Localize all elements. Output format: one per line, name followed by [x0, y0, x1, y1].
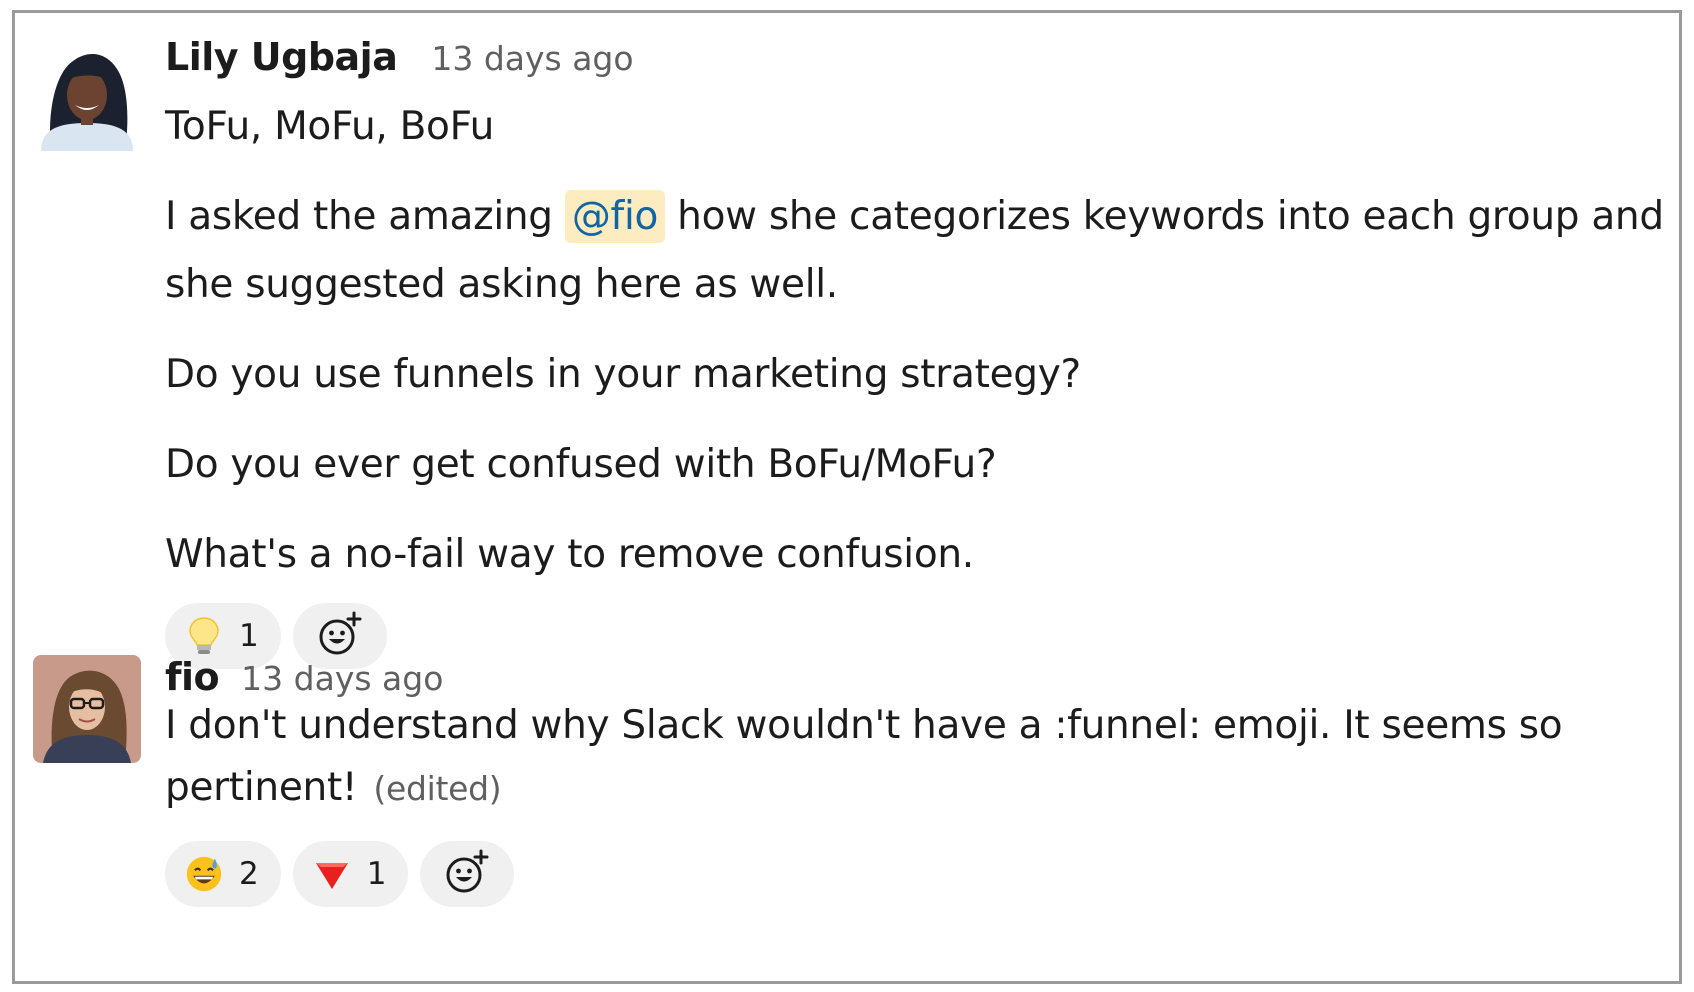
- reaction-red-triangle-down[interactable]: 1: [292, 841, 409, 907]
- red-triangle-down-icon: [313, 855, 351, 893]
- reaction-grinning-sweat[interactable]: 2: [165, 841, 281, 907]
- timestamp[interactable]: 13 days ago: [241, 659, 443, 698]
- user-avatar-lily[interactable]: [33, 43, 141, 151]
- user-mention[interactable]: @fio: [564, 190, 666, 243]
- message-body: ToFu, MoFu, BoFu I asked the amazing @fi…: [165, 93, 1673, 611]
- reaction-count: 1: [366, 856, 387, 892]
- message-line: Do you ever get confused with BoFu/MoFu?: [165, 442, 997, 487]
- grinning-sweat-face-icon: [185, 855, 223, 893]
- reaction-bar: 2 1: [165, 841, 515, 907]
- user-avatar-fio[interactable]: [33, 655, 141, 763]
- message-line: Do you use funnels in your marketing str…: [165, 352, 1081, 397]
- message-header: fio 13 days ago: [165, 655, 443, 699]
- edited-label: (edited): [373, 769, 502, 808]
- light-bulb-icon: [185, 617, 223, 655]
- author-name[interactable]: Lily Ugbaja: [165, 35, 398, 79]
- message-paragraph: I asked the amazing @fio how she categor…: [165, 183, 1673, 319]
- message-text: I asked the amazing: [165, 194, 565, 239]
- message-header: Lily Ugbaja 13 days ago: [165, 35, 634, 79]
- add-reaction-button[interactable]: [420, 841, 515, 907]
- message-line: What's a no-fail way to remove confusion…: [165, 532, 974, 577]
- message-line: ToFu, MoFu, BoFu: [165, 104, 495, 149]
- reaction-count: 1: [239, 618, 259, 654]
- reaction-count: 2: [239, 856, 259, 892]
- message-body: I don't understand why Slack wouldn't ha…: [165, 695, 1673, 842]
- add-reaction-icon: [443, 848, 491, 900]
- message-thread: Lily Ugbaja 13 days ago ToFu, MoFu, BoFu…: [12, 10, 1682, 984]
- message-paragraph: I don't understand why Slack wouldn't ha…: [165, 695, 1673, 820]
- timestamp[interactable]: 13 days ago: [431, 39, 633, 78]
- author-name[interactable]: fio: [165, 655, 220, 699]
